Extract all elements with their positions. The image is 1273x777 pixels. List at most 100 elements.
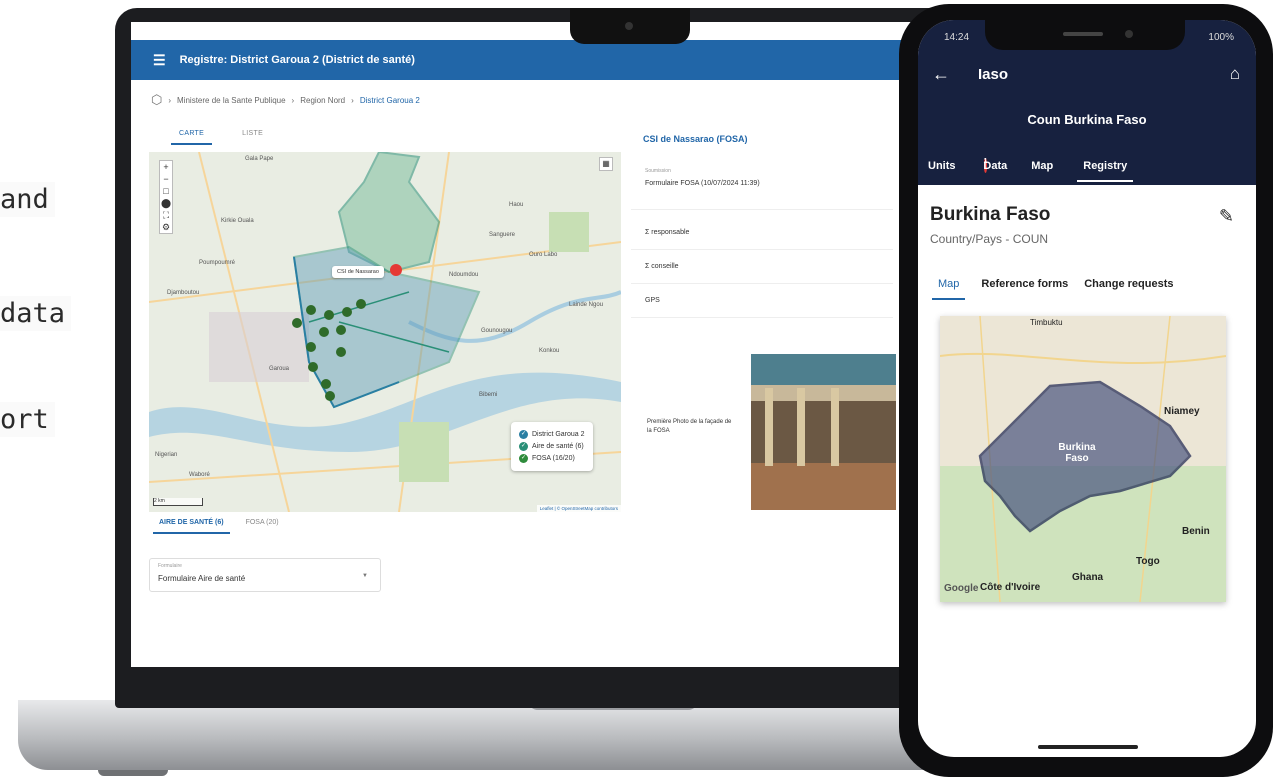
tab-map[interactable]: Map <box>1031 160 1053 182</box>
app-bar: ☰ Registre: District Garoua 2 (District … <box>131 40 931 80</box>
legend-item[interactable]: ✓ Aire de santé (6) <box>519 442 585 451</box>
fosa-marker[interactable] <box>306 305 316 315</box>
legend-item[interactable]: ✓ District Garoua 2 <box>519 430 585 439</box>
home-indicator <box>1038 745 1138 749</box>
fosa-marker[interactable] <box>336 325 346 335</box>
form-select-value: Formulaire Aire de santé <box>158 574 246 583</box>
fosa-marker[interactable] <box>325 391 335 401</box>
map-attribution[interactable]: Leaflet | © OpenStreetMap contributors <box>536 505 621 512</box>
map-label: Benin <box>1182 526 1210 537</box>
fosa-marker[interactable] <box>342 307 352 317</box>
selected-marker[interactable] <box>390 264 402 276</box>
place-label: Ouro Labo <box>529 252 558 258</box>
entity-name: Burkina Faso <box>930 204 1051 225</box>
scale-bar: 2 km <box>153 498 203 506</box>
map-label: Togo <box>1136 556 1160 567</box>
map-label: Ghana <box>1072 572 1104 583</box>
submission-value: Formulaire FOSA (10/07/2024 11:39) <box>645 180 760 187</box>
fosa-marker[interactable] <box>308 362 318 372</box>
fosa-marker[interactable] <box>321 379 331 389</box>
fosa-marker[interactable] <box>292 318 302 328</box>
tab-registry[interactable]: Registry <box>1077 160 1134 182</box>
place-label: Konkou <box>539 348 560 354</box>
map-label: Burkina Faso <box>1058 442 1096 464</box>
laptop-foot <box>98 770 168 776</box>
detail-panel: CSI de Nassarao (FOSA) Soumission Formul… <box>631 122 896 512</box>
map-label: Niamey <box>1164 406 1200 417</box>
side-text-2: data <box>0 296 72 331</box>
menu-icon[interactable]: ☰ <box>153 52 166 69</box>
breadcrumb-item[interactable]: Ministere de la Sante Publique <box>177 96 286 105</box>
back-arrow-icon[interactable]: ← <box>932 64 950 85</box>
district-map[interactable]: Gala Pape Garoua Kirkie Ouala Djamboutou… <box>149 152 621 512</box>
zoom-in-icon[interactable]: + <box>160 161 172 173</box>
map-view-tabs: CARTE LISTE <box>171 130 263 145</box>
check-icon: ✓ <box>519 454 528 463</box>
check-icon: ✓ <box>519 442 528 451</box>
caret-down-icon: ▼ <box>362 573 368 579</box>
tab-fosa[interactable]: FOSA (20) <box>246 519 279 534</box>
place-label: Gala Pape <box>245 156 274 162</box>
side-text-1: and <box>0 182 55 217</box>
place-label: Gounougou <box>481 328 513 334</box>
phone-notch <box>985 20 1185 50</box>
location-pin-icon[interactable]: ⬤ <box>160 197 172 209</box>
tab-data[interactable]: Data <box>983 160 1007 182</box>
status-time: 14:24 <box>944 32 970 43</box>
place-label: Sanguere <box>489 232 516 238</box>
map-label: Côte d'Ivoire <box>980 582 1041 593</box>
settings-icon[interactable]: ⚙ <box>160 221 172 233</box>
laptop-screen: ☰ Registre: District Garoua 2 (District … <box>131 22 931 667</box>
fosa-marker[interactable] <box>356 299 366 309</box>
map-legend: ✓ District Garoua 2 ✓ Aire de santé (6) ✓ F… <box>511 422 593 471</box>
photo-label: Première Photo de la façade de la FOSA <box>647 419 732 434</box>
registry-subtabs: Map Reference forms Change requests <box>932 278 1173 300</box>
app-title: Registre: District Garoua 2 (District de… <box>179 54 415 66</box>
tab-liste[interactable]: LISTE <box>242 130 263 145</box>
tab-units[interactable]: Units 1 <box>928 158 988 182</box>
home-icon[interactable]: ⌂ <box>1230 64 1240 84</box>
status-battery: 100% <box>1208 32 1234 43</box>
subtab-map[interactable]: Map <box>932 278 966 300</box>
fullscreen-icon[interactable]: ⛶ <box>160 209 172 221</box>
place-label: Poumpoumré <box>199 260 236 266</box>
fosa-marker[interactable] <box>306 342 316 352</box>
breadcrumb-item[interactable]: Region Nord <box>300 96 345 105</box>
place-label: Bibemi <box>479 392 498 398</box>
home-icon[interactable]: ⬡ <box>151 92 162 108</box>
legend-item[interactable]: ✓ FOSA (16/20) <box>519 454 585 463</box>
form-select-label: Formulaire <box>158 563 182 569</box>
place-label: Haou <box>509 202 524 208</box>
edit-pencil-icon[interactable]: ✎ <box>1219 206 1234 227</box>
field-responsable: Σ responsable <box>631 216 893 250</box>
map-controls: + − □ ⬤ ⛶ ⚙ <box>159 160 173 234</box>
subtab-reference-forms[interactable]: Reference forms <box>981 278 1068 300</box>
fosa-marker[interactable] <box>336 347 346 357</box>
map-label: Timbuktu <box>1030 318 1063 327</box>
detail-title: CSI de Nassarao (FOSA) <box>643 134 748 144</box>
submission-select[interactable]: Soumission Formulaire FOSA (10/07/2024 1… <box>631 162 893 210</box>
country-map[interactable]: Timbuktu Niamey Burkina Faso Benin Togo … <box>940 316 1226 602</box>
side-text-3: ort <box>0 402 55 437</box>
org-unit-title: Coun Burkina Faso <box>1027 112 1147 127</box>
fosa-marker[interactable] <box>324 310 334 320</box>
layers-icon[interactable]: ▦ <box>599 157 613 171</box>
place-label: Ndoumdou <box>449 272 479 278</box>
breadcrumb: ⬡ › Ministere de la Sante Publique › Reg… <box>151 92 420 108</box>
place-label: Kirkie Ouala <box>221 218 254 224</box>
draw-square-icon[interactable]: □ <box>160 185 172 197</box>
facility-photo[interactable] <box>751 354 896 510</box>
form-select[interactable]: Formulaire Formulaire Aire de santé ▼ <box>149 558 381 592</box>
tab-carte[interactable]: CARTE <box>171 130 213 145</box>
entity-tabs: AIRE DE SANTÉ (6) FOSA (20) <box>153 519 279 534</box>
place-label: Lainde Ngou <box>569 302 604 308</box>
laptop-camera <box>570 8 690 44</box>
phone-tabs: Units 1 Data Map Registry <box>928 158 1134 182</box>
fosa-marker[interactable] <box>319 327 329 337</box>
tab-aire-de-sante[interactable]: AIRE DE SANTÉ (6) <box>153 519 230 534</box>
subtab-change-requests[interactable]: Change requests <box>1084 278 1173 300</box>
map-popup: CSI de Nassarao <box>332 266 384 278</box>
zoom-out-icon[interactable]: − <box>160 173 172 185</box>
phone-screen: 14:24 100% ← Iaso ⌂ Coun Burkina Faso Un… <box>918 20 1256 757</box>
place-label: Garoua <box>269 366 290 372</box>
